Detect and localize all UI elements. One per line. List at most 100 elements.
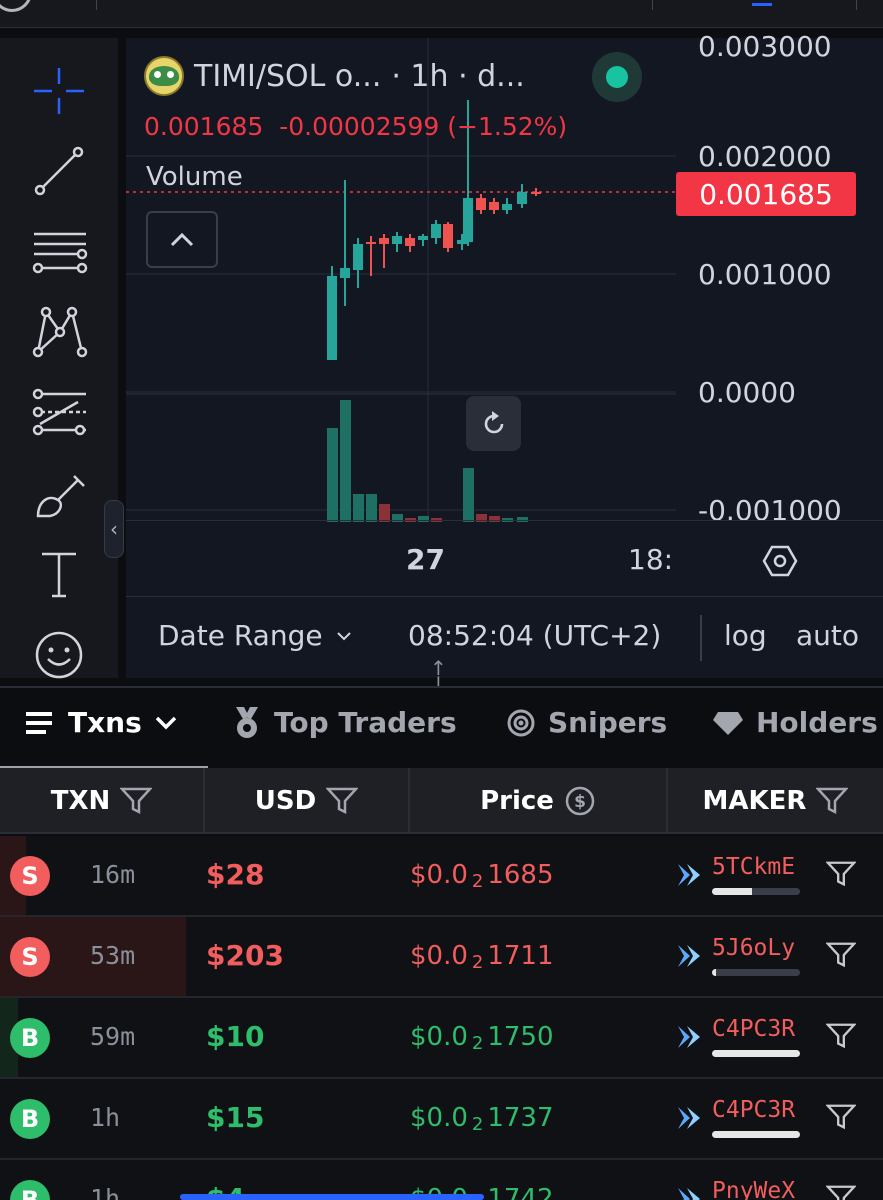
explorer-icon[interactable] <box>676 1024 702 1054</box>
column-txn[interactable]: TXN <box>0 768 205 834</box>
circle-icon[interactable] <box>0 0 32 12</box>
clock-timezone[interactable]: 08:52:04 (UTC+2) <box>408 619 661 652</box>
candle-body <box>340 268 350 278</box>
table-row[interactable]: B 59m $10 $0.0 2 1750 C4PC3R <box>0 998 883 1079</box>
expand-legend-button[interactable] <box>146 211 218 268</box>
filter-icon[interactable] <box>825 1184 857 1200</box>
current-price-tag: 0.001685 <box>676 172 856 216</box>
explorer-icon[interactable] <box>676 1186 702 1200</box>
y-axis-label: 0.0000 <box>698 376 796 409</box>
target-icon <box>507 709 535 736</box>
tab-label: Top Traders <box>274 706 457 739</box>
explorer-icon[interactable] <box>676 943 702 973</box>
column-label: TXN <box>50 786 111 816</box>
tab-label: Txns <box>68 706 142 739</box>
volume-bar <box>340 400 351 522</box>
brush-tool[interactable] <box>30 466 88 524</box>
crosshair-tool[interactable] <box>30 62 88 120</box>
divider <box>96 0 97 10</box>
interval-text[interactable]: · 1h · d... <box>391 59 524 94</box>
txn-age: 59m <box>90 1022 136 1051</box>
fib-tool[interactable] <box>30 222 88 280</box>
filter-icon[interactable] <box>825 1103 857 1135</box>
tab-txns[interactable]: Txns <box>26 706 178 739</box>
maker-balance-bar <box>712 888 800 895</box>
volume-bar <box>366 494 377 522</box>
token-logo <box>144 56 184 96</box>
maker-address[interactable]: 5TCkmE <box>712 854 795 880</box>
log-scale-button[interactable]: log <box>724 619 767 652</box>
tab-snipers[interactable]: Snipers <box>506 706 667 739</box>
chart-settings-button[interactable] <box>762 543 798 583</box>
column-price[interactable]: Price $ <box>410 768 668 834</box>
filter-icon[interactable] <box>825 860 857 892</box>
text-tool[interactable] <box>30 544 88 602</box>
list-icon <box>26 711 52 734</box>
prediction-tool[interactable] <box>30 384 88 442</box>
top-strip <box>0 0 883 28</box>
divider <box>856 0 857 10</box>
volume-bar <box>353 494 364 522</box>
column-maker[interactable]: MAKER <box>668 768 883 834</box>
svg-text:$: $ <box>574 792 586 812</box>
trendline-tool[interactable] <box>30 142 88 200</box>
filter-icon[interactable] <box>816 787 849 815</box>
candle-body <box>418 236 428 240</box>
date-range-button[interactable]: Date Range <box>158 619 353 652</box>
trendline-icon <box>34 146 84 196</box>
divider <box>700 615 702 661</box>
explorer-icon[interactable] <box>676 862 702 892</box>
table-row[interactable]: S 16m $28 $0.0 2 1685 5TCkmE <box>0 836 883 917</box>
date-range-label: Date Range <box>158 619 323 652</box>
table-row[interactable]: S 53m $203 $0.0 2 1711 5J6oLy <box>0 917 883 998</box>
chevron-left-icon: ‹ <box>110 517 118 541</box>
emoji-tool[interactable] <box>30 626 88 684</box>
filter-icon[interactable] <box>825 941 857 973</box>
price-prefix: $0.0 <box>410 1103 468 1133</box>
column-label: Price <box>480 786 554 816</box>
table-header: TXN USD Price $ MAKER <box>0 768 883 834</box>
pattern-tool[interactable] <box>30 302 88 360</box>
medal-icon <box>236 706 258 738</box>
live-status-indicator <box>592 52 642 102</box>
price-digits: 1685 <box>487 860 554 890</box>
dollar-circle-icon[interactable]: $ <box>564 785 596 817</box>
filter-icon[interactable] <box>825 1022 857 1054</box>
tab-top-traders[interactable]: Top Traders <box>232 706 457 739</box>
divider <box>652 0 653 10</box>
price-chart[interactable]: TIMI/SOL o... · 1h · d... 0.001685 -0.00… <box>126 30 883 678</box>
maker-balance-bar <box>712 1131 800 1138</box>
column-usd[interactable]: USD <box>205 768 410 834</box>
chart-legend: TIMI/SOL o... · 1h · d... <box>144 56 525 96</box>
maker-address[interactable]: 5J6oLy <box>712 935 795 961</box>
filter-icon[interactable] <box>120 787 153 815</box>
txn-age: 1h <box>90 1103 121 1132</box>
filter-icon[interactable] <box>326 787 359 815</box>
price-prefix: $0.0 <box>410 860 468 890</box>
time-label: 27 <box>406 543 445 576</box>
pair-title[interactable]: TIMI/SOL o... <box>194 59 381 94</box>
price-digits: 1711 <box>487 941 554 971</box>
candle-body <box>379 238 389 244</box>
maker-address[interactable]: C4PC3R <box>712 1097 795 1123</box>
candle-body <box>502 204 512 210</box>
time-axis[interactable]: 27 18: <box>126 520 883 596</box>
brush-icon <box>36 475 85 518</box>
tab-holders[interactable]: Holders <box>712 706 878 739</box>
candle-body <box>463 198 473 242</box>
explorer-icon[interactable] <box>676 1105 702 1135</box>
scrollbar-thumb[interactable] <box>180 1194 484 1200</box>
column-label: MAKER <box>702 786 807 816</box>
table-row[interactable]: B 1h $15 $0.0 2 1737 C4PC3R <box>0 1079 883 1160</box>
maker-address[interactable]: PnyWeX <box>712 1178 795 1200</box>
txn-type-badge: S <box>10 937 50 977</box>
price-zero-count: 2 <box>471 952 484 973</box>
auto-scale-button[interactable]: auto <box>796 619 859 652</box>
collapse-toolbar-button[interactable]: ‹ <box>104 500 124 558</box>
maker-address[interactable]: C4PC3R <box>712 1016 795 1042</box>
candle-body <box>366 242 376 244</box>
smiley-icon <box>35 631 83 679</box>
price-zero-count: 2 <box>471 871 484 892</box>
diamond-icon <box>713 711 743 735</box>
reset-chart-button[interactable] <box>466 396 521 451</box>
